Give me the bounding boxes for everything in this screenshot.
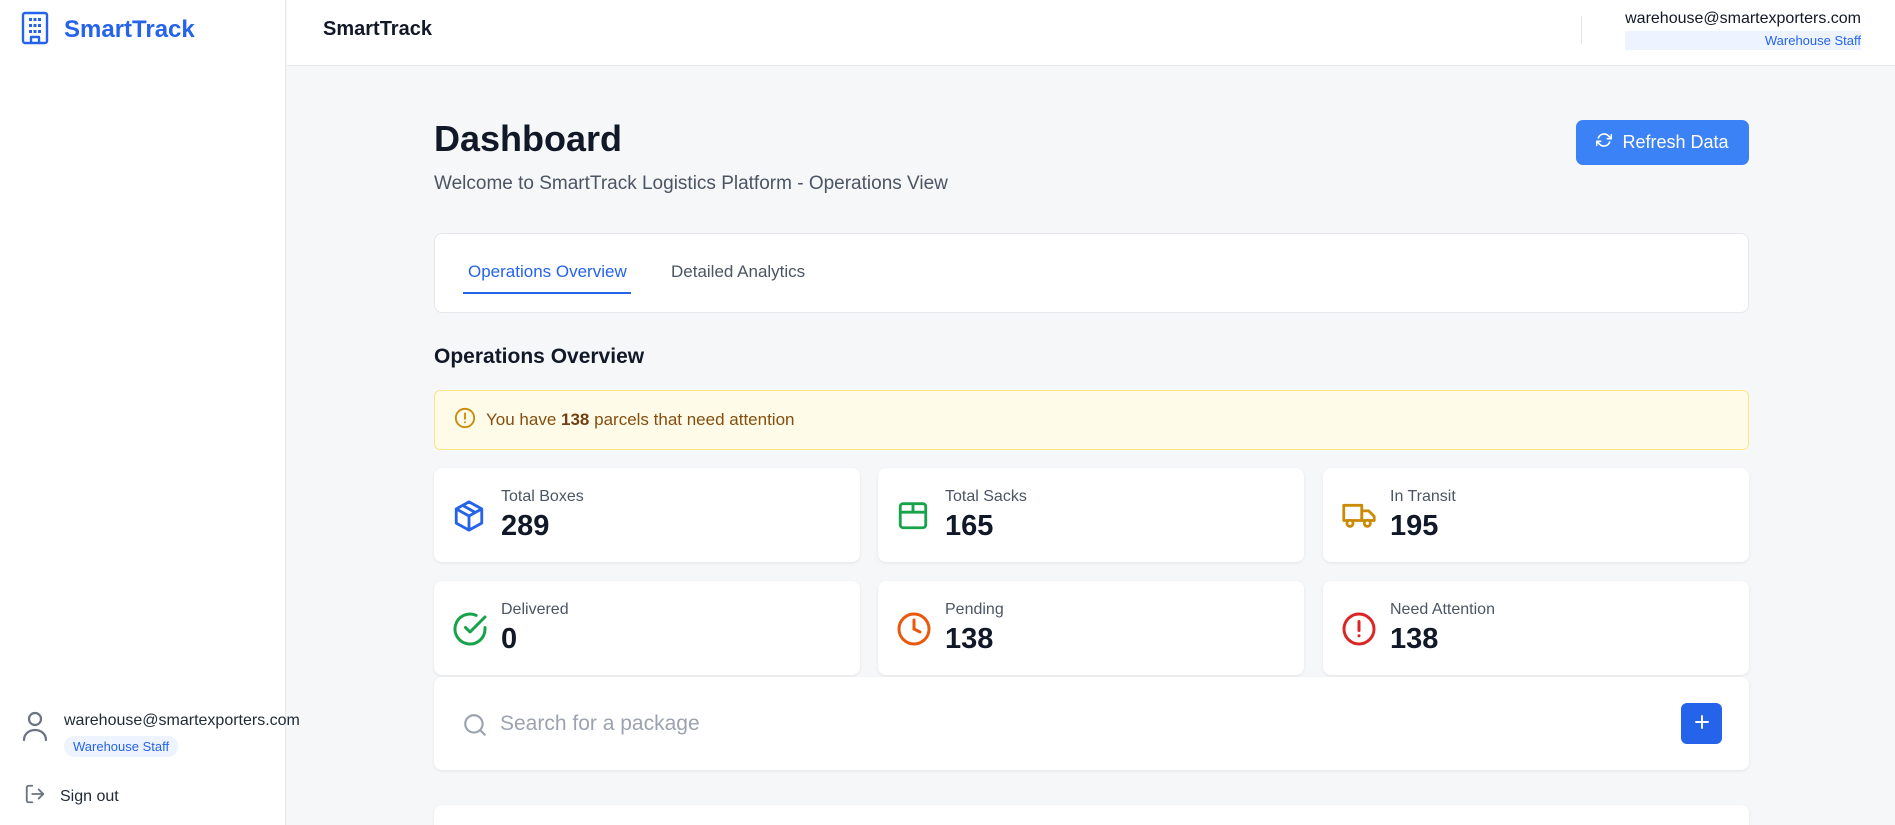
stat-card-total-sacks: Total Sacks 165: [878, 468, 1304, 562]
tab-detailed-analytics[interactable]: Detailed Analytics: [671, 262, 805, 282]
topbar-user-email: warehouse@smartexporters.com: [1625, 10, 1861, 27]
content-card: [434, 805, 1749, 825]
refresh-data-button[interactable]: Refresh Data: [1576, 120, 1749, 165]
package-icon: [896, 498, 930, 532]
sidebar-role-badge: Warehouse Staff: [64, 736, 179, 757]
building-icon: [20, 11, 50, 50]
stat-card-pending: Pending 138: [878, 581, 1304, 675]
stat-value: 0: [501, 623, 518, 655]
topbar-divider: [1581, 16, 1582, 44]
log-out-icon: [24, 783, 46, 810]
add-package-button[interactable]: [1681, 703, 1722, 744]
stat-value: 138: [945, 623, 994, 655]
truck-icon: [1341, 498, 1376, 532]
sign-out-button[interactable]: Sign out: [24, 783, 119, 810]
sidebar: SmartTrack warehouse@smartexporters.com …: [0, 0, 300, 825]
attention-alert: You have 138 parcels that need attention: [434, 390, 1749, 450]
alert-text: You have 138 parcels that need attention: [486, 410, 795, 430]
sidebar-user-profile: warehouse@smartexporters.com Warehouse S…: [20, 708, 340, 757]
brand-name: SmartTrack: [64, 16, 195, 43]
topbar-user-menu[interactable]: warehouse@smartexporters.com Warehouse S…: [1625, 10, 1861, 50]
stat-value: 289: [501, 510, 550, 542]
package-search-card: [434, 677, 1749, 770]
clock-icon: [896, 611, 931, 646]
topbar-role-badge: Warehouse Staff: [1625, 31, 1861, 50]
page-subtitle: Welcome to SmartTrack Logistics Platform…: [434, 173, 948, 194]
stat-label: In Transit: [1390, 488, 1456, 505]
stat-value: 195: [1390, 510, 1439, 542]
tab-operations-overview[interactable]: Operations Overview: [468, 262, 627, 282]
alert-prefix: You have: [486, 410, 557, 429]
section-title: Operations Overview: [434, 345, 645, 368]
stat-label: Total Boxes: [501, 488, 584, 505]
alert-circle-icon: [454, 407, 476, 434]
user-icon: [20, 708, 50, 749]
alert-circle-icon: [1341, 611, 1376, 646]
stat-card-delivered: Delivered 0: [434, 581, 860, 675]
tab-bar: Operations Overview Detailed Analytics: [434, 233, 1749, 313]
stat-card-total-boxes: Total Boxes 289: [434, 468, 860, 562]
sidebar-user-email: warehouse@smartexporters.com: [64, 712, 300, 729]
alert-suffix: parcels that need attention: [594, 410, 795, 429]
brand-logo-link[interactable]: SmartTrack: [20, 11, 195, 50]
sign-out-label: Sign out: [60, 787, 119, 805]
search-icon: [462, 712, 488, 743]
stat-label: Pending: [945, 601, 1004, 618]
refresh-icon: [1596, 132, 1613, 153]
box-icon: [452, 498, 486, 532]
stat-label: Need Attention: [1390, 601, 1495, 618]
alert-count: 138: [561, 410, 590, 429]
stat-label: Total Sacks: [945, 488, 1027, 505]
stat-value: 165: [945, 510, 994, 542]
check-circle-icon: [452, 611, 487, 646]
stat-card-in-transit: In Transit 195: [1323, 468, 1749, 562]
stat-label: Delivered: [501, 601, 569, 618]
stat-value: 138: [1390, 623, 1439, 655]
page-title: Dashboard: [434, 118, 623, 159]
plus-icon: [1693, 713, 1711, 734]
refresh-data-label: Refresh Data: [1622, 132, 1729, 152]
active-tab-indicator: [463, 292, 631, 294]
package-search-input[interactable]: [500, 705, 1600, 743]
top-bar: SmartTrack warehouse@smartexporters.com …: [287, 0, 1895, 66]
topbar-title: SmartTrack: [323, 18, 432, 40]
stat-card-need-attention: Need Attention 138: [1323, 581, 1749, 675]
